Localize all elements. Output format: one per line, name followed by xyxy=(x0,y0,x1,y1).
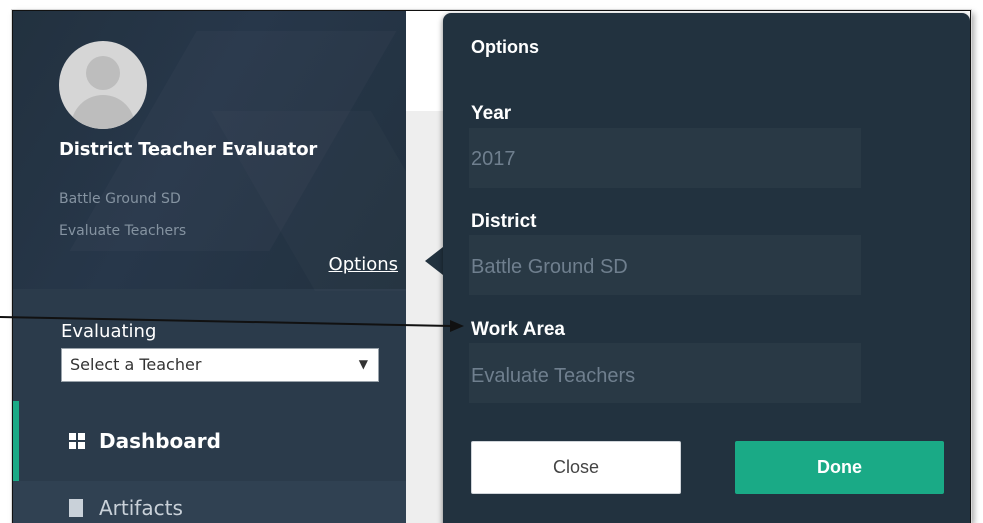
evaluating-label: Evaluating xyxy=(61,321,157,342)
popover-title: Options xyxy=(471,37,539,57)
district-value: Battle Ground SD xyxy=(471,256,628,278)
year-value: 2017 xyxy=(471,148,516,170)
avatar-body xyxy=(71,95,135,129)
profile-panel: District Teacher Evaluator Battle Ground… xyxy=(13,11,406,289)
nav-item-label: Artifacts xyxy=(99,496,183,520)
organization-name: Battle Ground SD xyxy=(59,191,181,207)
work-area-label: Work Area xyxy=(471,319,565,340)
nav-item-label: Dashboard xyxy=(99,429,221,453)
year-label: Year xyxy=(471,103,512,124)
grid-icon xyxy=(69,433,85,449)
work-area-value: Evaluate Teachers xyxy=(471,365,636,387)
year-field[interactable] xyxy=(469,128,861,188)
teacher-select-value: Select a Teacher xyxy=(70,355,202,374)
avatar-head xyxy=(86,56,120,90)
district-label: District xyxy=(471,211,537,232)
close-button[interactable]: Close xyxy=(471,441,681,494)
document-icon xyxy=(69,499,83,517)
user-name: District Teacher Evaluator xyxy=(59,139,318,160)
sidebar: District Teacher Evaluator Battle Ground… xyxy=(13,11,406,523)
teacher-select[interactable]: Select a Teacher ▼ xyxy=(61,348,379,382)
screenshot-frame: District Teacher Evaluator Battle Ground… xyxy=(12,10,971,523)
active-indicator xyxy=(13,401,19,481)
done-button[interactable]: Done xyxy=(735,441,944,494)
options-link[interactable]: Options xyxy=(329,254,398,275)
work-area-name: Evaluate Teachers xyxy=(59,223,187,239)
popover-caret xyxy=(425,247,443,275)
options-popover: Options Year 2017 District Battle Ground… xyxy=(443,13,970,523)
dropdown-arrow-icon: ▼ xyxy=(358,357,368,371)
nav-item-artifacts[interactable]: Artifacts xyxy=(13,481,406,523)
avatar xyxy=(59,41,147,129)
nav-item-dashboard[interactable]: Dashboard xyxy=(13,401,406,481)
